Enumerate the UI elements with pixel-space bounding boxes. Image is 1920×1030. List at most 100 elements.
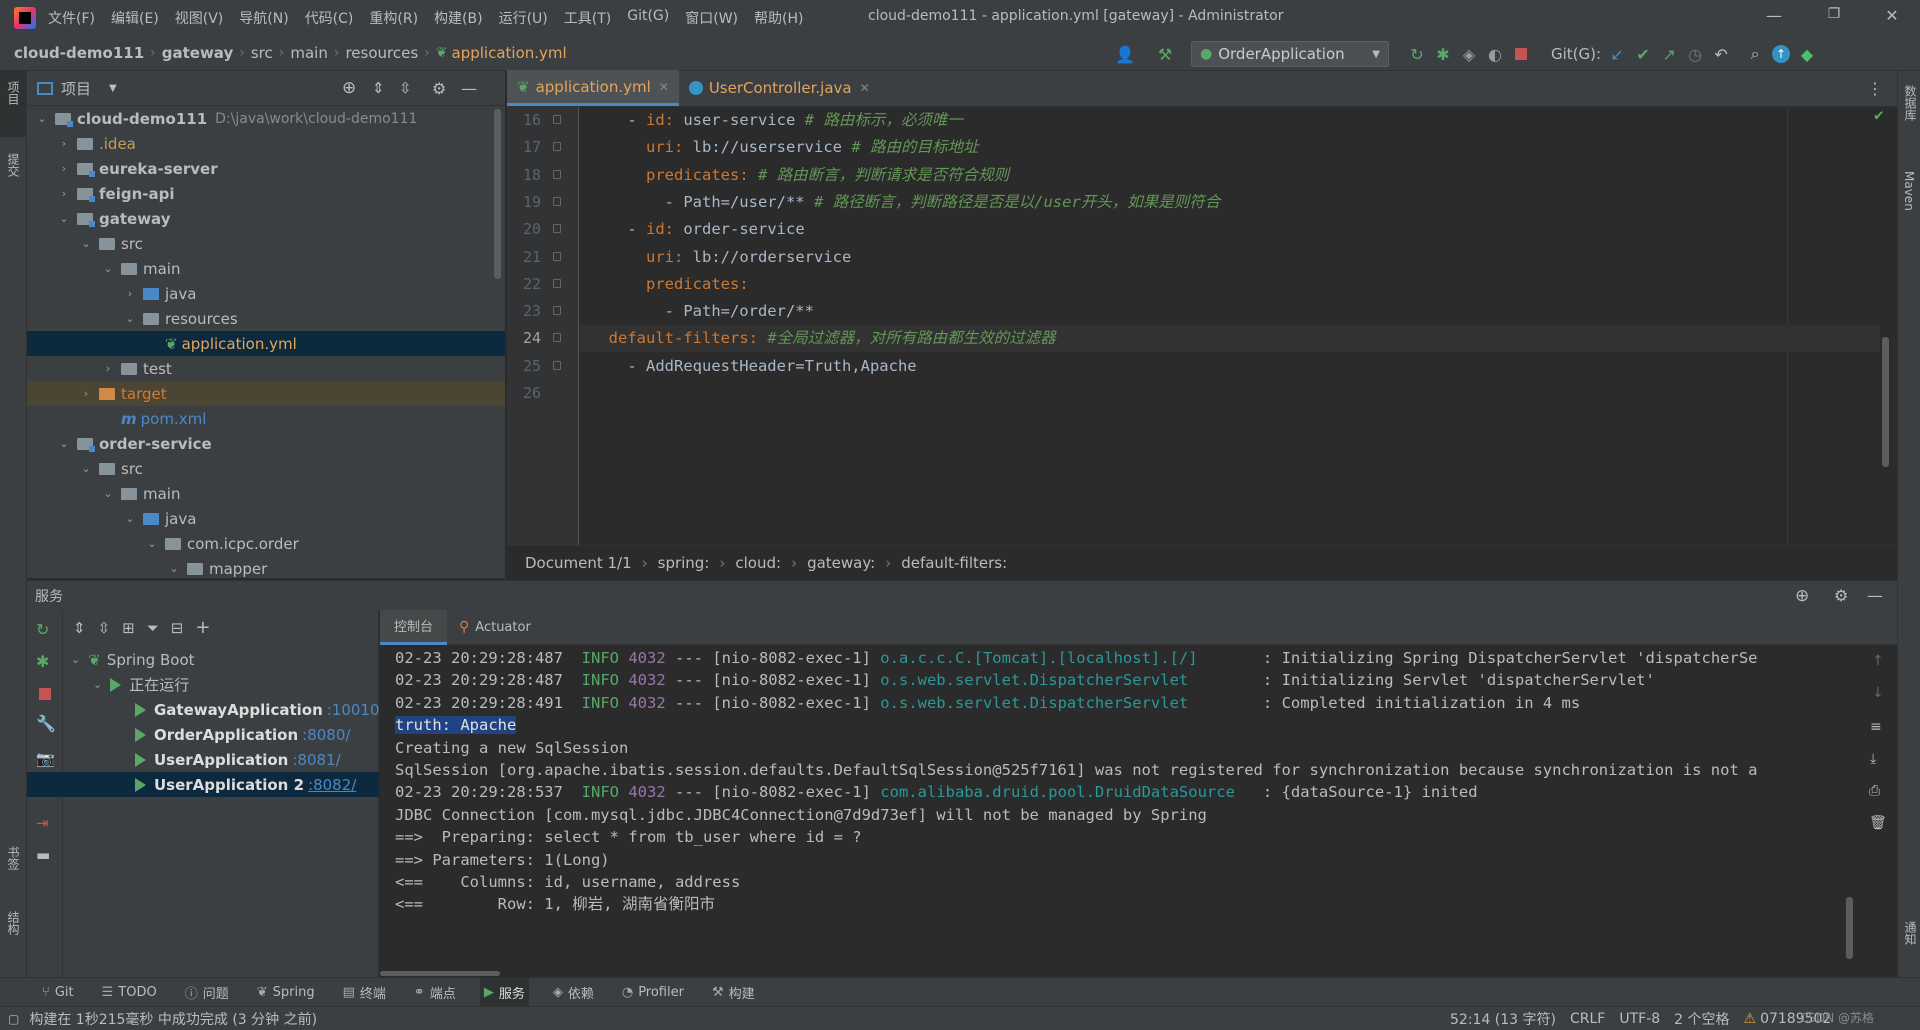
breadcrumb-item[interactable]: src bbox=[251, 44, 273, 62]
project-panel-title[interactable]: 项目 bbox=[61, 78, 91, 99]
editor-breadcrumb-item[interactable]: default-filters: bbox=[901, 554, 1007, 572]
chevron-down-icon[interactable]: ⌄ bbox=[101, 487, 115, 500]
bookmarks-tool-label[interactable]: 书签 bbox=[5, 846, 22, 870]
chevron-down-icon[interactable]: ⌄ bbox=[79, 462, 93, 475]
service-root[interactable]: ⌄ ❦ Spring Boot bbox=[71, 647, 195, 672]
fold-marker-icon[interactable] bbox=[553, 142, 561, 152]
service-app[interactable]: GatewayApplication:10010/ bbox=[63, 697, 385, 722]
fold-marker-icon[interactable] bbox=[553, 196, 561, 206]
console-hscrollbar[interactable] bbox=[380, 971, 500, 976]
menu-item[interactable]: 文件(F) bbox=[48, 8, 95, 28]
chevron-down-icon[interactable]: ⌄ bbox=[57, 212, 71, 225]
maven-tool-label[interactable]: Maven bbox=[1902, 171, 1916, 211]
tree-item[interactable]: ⌄ order-service bbox=[27, 431, 505, 456]
structure-tool-label[interactable]: 结构 bbox=[5, 911, 22, 935]
service-port-link[interactable]: :8081/ bbox=[292, 751, 340, 769]
editor-breadcrumb-item[interactable]: Document 1/1 bbox=[525, 554, 632, 572]
breadcrumb-item[interactable]: main bbox=[290, 44, 327, 62]
tree-item[interactable]: ⌄ src bbox=[27, 231, 505, 256]
caret-position[interactable]: 52:14 (13 字符) bbox=[1450, 1009, 1556, 1029]
tree-item[interactable]: ⌄ src bbox=[27, 456, 505, 481]
expand-all-icon[interactable]: ⇕ bbox=[372, 79, 385, 97]
tool-window-button[interactable]: ▶ 服务 bbox=[479, 977, 529, 1007]
status-layout-icon[interactable]: ▢ bbox=[8, 1012, 19, 1026]
service-app[interactable]: OrderApplication:8080/ bbox=[63, 722, 379, 747]
fold-marker-icon[interactable] bbox=[553, 306, 561, 316]
tree-item[interactable]: › target bbox=[27, 381, 505, 406]
chevron-down-icon[interactable]: ⌄ bbox=[57, 437, 71, 450]
scroll-to-end-icon[interactable]: ⤓ bbox=[1870, 751, 1876, 767]
tree-item[interactable]: ⌄ main bbox=[27, 256, 505, 281]
tool-window-button[interactable]: ▤ 终端 bbox=[339, 978, 390, 1007]
breadcrumb-item[interactable]: gateway bbox=[162, 44, 234, 62]
tab-actuator[interactable]: ⚲ Actuator bbox=[447, 610, 543, 645]
toolbox-icon[interactable]: ◆ bbox=[1797, 44, 1817, 64]
service-port-link[interactable]: :8080/ bbox=[302, 726, 350, 744]
tree-item[interactable]: ❦ application.yml bbox=[27, 331, 505, 356]
service-group[interactable]: ⌄ 正在运行 bbox=[93, 672, 189, 697]
rerun-icon[interactable]: ↻ bbox=[1407, 44, 1427, 64]
build-hammer-icon[interactable]: ⚒ bbox=[1155, 44, 1175, 64]
locate-icon[interactable]: ⊕ bbox=[1795, 586, 1809, 606]
tree-item[interactable]: ⌄ java bbox=[27, 506, 505, 531]
wrench-icon[interactable]: 🔧 bbox=[36, 714, 56, 733]
close-tab-icon[interactable]: ✕ bbox=[860, 81, 870, 95]
chevron-down-icon[interactable]: ▼ bbox=[109, 83, 117, 94]
minimize-icon[interactable]: — bbox=[1764, 6, 1784, 25]
breadcrumb-item[interactable]: cloud-demo111 bbox=[14, 44, 144, 62]
chevron-down-icon[interactable]: ⌄ bbox=[79, 237, 93, 250]
scroll-up-icon[interactable]: ↑ bbox=[1872, 653, 1884, 669]
editor-breadcrumb-item[interactable]: spring: bbox=[658, 554, 710, 572]
menu-item[interactable]: 窗口(W) bbox=[685, 8, 738, 28]
profile-icon[interactable]: ◐ bbox=[1485, 44, 1505, 64]
console-output[interactable]: 02-23 20:29:28:487 INFO 4032 --- [nio-80… bbox=[380, 645, 1860, 977]
more-tabs-icon[interactable]: ⋮ bbox=[1867, 79, 1883, 98]
chevron-down-icon[interactable]: ⌄ bbox=[71, 653, 80, 666]
menu-item[interactable]: 编辑(E) bbox=[111, 8, 159, 28]
tree-item[interactable]: ⌄ resources bbox=[27, 306, 505, 331]
tab-application-yml[interactable]: ❦ application.yml ✕ bbox=[507, 70, 679, 106]
chevron-down-icon[interactable]: ⌄ bbox=[93, 678, 102, 691]
scroll-down-icon[interactable]: ↓ bbox=[1872, 685, 1884, 701]
chevron-right-icon[interactable]: › bbox=[57, 162, 71, 175]
editor-scrollbar[interactable] bbox=[1882, 337, 1889, 467]
file-encoding[interactable]: UTF-8 bbox=[1619, 1011, 1660, 1027]
fold-marker-icon[interactable] bbox=[553, 224, 561, 234]
fold-marker-icon[interactable] bbox=[553, 251, 561, 261]
tool-window-button[interactable]: ⓘ 问题 bbox=[181, 978, 233, 1007]
stop-icon[interactable] bbox=[39, 688, 51, 700]
menu-item[interactable]: Git(G) bbox=[627, 8, 669, 28]
line-separator[interactable]: CRLF bbox=[1570, 1011, 1605, 1027]
tree-item[interactable]: ⌄ cloud-demo111 D:\java\work\cloud-demo111 bbox=[27, 106, 505, 131]
debug-icon[interactable]: ✱ bbox=[1433, 44, 1453, 64]
chevron-right-icon[interactable]: › bbox=[57, 137, 71, 150]
notifications-tool-label[interactable]: 通知 bbox=[1902, 921, 1919, 945]
fold-marker-icon[interactable] bbox=[553, 360, 561, 370]
search-icon[interactable]: ⌕ bbox=[1745, 44, 1765, 64]
service-app[interactable]: UserApplication 2:8082/ bbox=[27, 772, 379, 797]
breadcrumb-item[interactable]: application.yml bbox=[452, 44, 567, 62]
tool-window-button[interactable]: ❦ Spring bbox=[253, 978, 319, 1007]
indent-setting[interactable]: 2 个空格 bbox=[1674, 1009, 1729, 1029]
soft-wrap-icon[interactable]: ≡ bbox=[1870, 719, 1882, 735]
menu-item[interactable]: 运行(U) bbox=[499, 8, 548, 28]
service-port-link[interactable]: :10010/ bbox=[327, 701, 385, 719]
stop-icon[interactable] bbox=[1511, 44, 1531, 64]
project-tool-button[interactable]: 项目 bbox=[0, 71, 26, 137]
chevron-right-icon[interactable]: › bbox=[123, 287, 137, 300]
exit-icon[interactable]: ⇥ bbox=[36, 814, 49, 832]
tree-item[interactable]: › eureka-server bbox=[27, 156, 505, 181]
menu-item[interactable]: 重构(R) bbox=[369, 8, 418, 28]
tool-window-button[interactable]: ⚒ 构建 bbox=[708, 978, 759, 1007]
commit-tool-label[interactable]: 提交 bbox=[5, 153, 22, 177]
tool-window-button[interactable]: ☰ TODO bbox=[98, 978, 161, 1007]
tree-item[interactable]: ⌄ main bbox=[27, 481, 505, 506]
tree-item[interactable]: ⌄ gateway bbox=[27, 206, 505, 231]
menu-item[interactable]: 导航(N) bbox=[239, 8, 288, 28]
tab-user-controller[interactable]: UserController.java ✕ bbox=[679, 70, 880, 106]
print-icon[interactable]: ⎙ bbox=[1869, 783, 1880, 799]
chevron-right-icon[interactable]: › bbox=[79, 387, 93, 400]
tree-item[interactable]: › .idea bbox=[27, 131, 505, 156]
tool-window-button[interactable]: ⑂ Git bbox=[38, 978, 78, 1007]
chevron-down-icon[interactable]: ⌄ bbox=[123, 512, 137, 525]
